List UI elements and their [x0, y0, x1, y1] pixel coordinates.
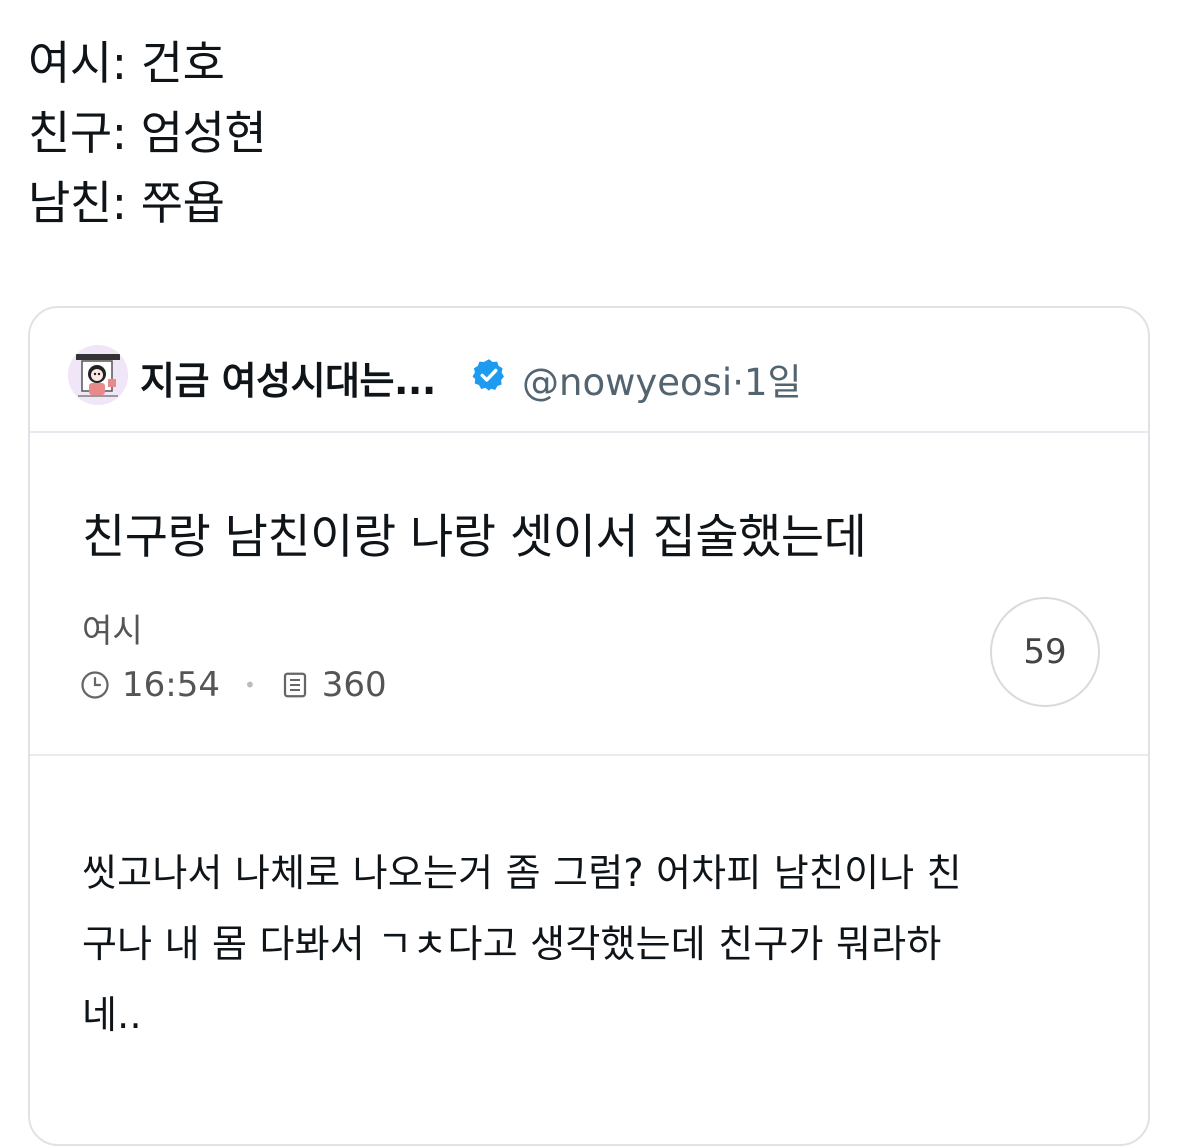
post-author: 여시	[82, 611, 143, 650]
document-icon	[283, 672, 306, 698]
cartoon-avatar-icon[interactable]	[68, 345, 128, 405]
body-line: 씻고나서 나체로 나오는거 좀 그럼? 어차피 남친이나 친	[82, 851, 962, 895]
view-count: 360	[321, 665, 387, 705]
comment-count-badge[interactable]: 59	[990, 597, 1100, 707]
clock-icon	[81, 671, 109, 699]
divider	[30, 754, 1148, 756]
verified-badge-icon	[472, 359, 504, 391]
post-time: 16:54	[122, 665, 220, 705]
comment-count: 59	[1023, 632, 1067, 672]
quoted-tweet-header: 지금 여성시대는... @nowyeosi·1일	[30, 308, 1148, 433]
display-name[interactable]: 지금 여성시대는...	[140, 350, 436, 405]
tweet-line: 남친: 쭈욥	[28, 176, 225, 230]
separator-dot: ·	[732, 361, 744, 404]
handle[interactable]: @nowyeosi	[522, 361, 732, 404]
meta-separator: •	[243, 673, 256, 697]
tweet-line: 친구: 엄성현	[28, 106, 267, 160]
post-title: 친구랑 남친이랑 나랑 셋이서 집술했는데	[82, 510, 867, 565]
post-meta: 16:54 • 360	[80, 665, 387, 705]
handle-meta: @nowyeosi·1일	[522, 352, 802, 406]
post-body: 씻고나서 나체로 나오는거 좀 그럼? 어차피 남친이나 친 구나 내 몸 다봐…	[82, 838, 1092, 1051]
body-line: 구나 내 몸 다봐서 ㄱㅊ다고 생각했는데 친구가 뭐라하	[82, 922, 942, 966]
quoted-tweet-card[interactable]: 지금 여성시대는... @nowyeosi·1일 친구랑 남친이랑 나랑 셋이서…	[28, 306, 1150, 1146]
tweet-line: 여시: 건호	[28, 36, 225, 90]
timestamp[interactable]: 1일	[744, 361, 802, 404]
body-line: 네..	[82, 993, 142, 1037]
tweet-text: 여시: 건호 친구: 엄성현 남친: 쭈욥	[28, 28, 267, 238]
